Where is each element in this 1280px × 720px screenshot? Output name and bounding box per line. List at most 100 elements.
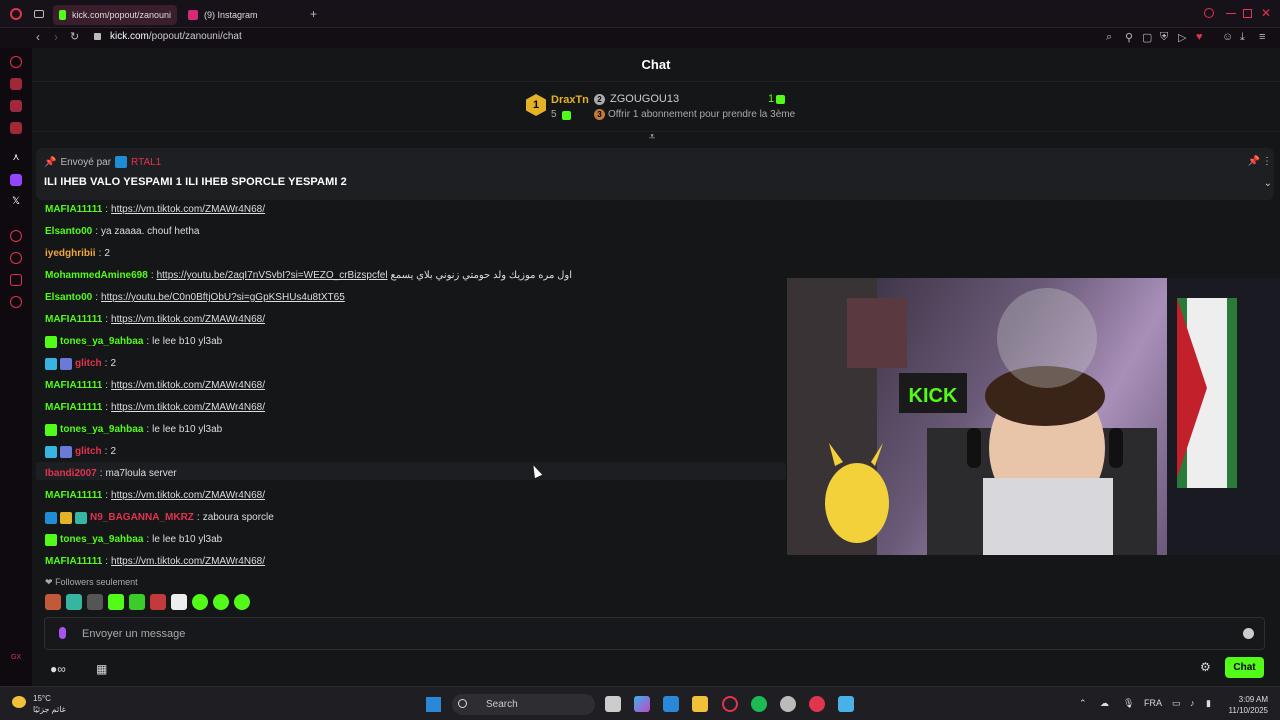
opera-logo-icon[interactable]: [10, 8, 22, 20]
onedrive-icon[interactable]: ☁: [1100, 698, 1109, 709]
more-options-icon[interactable]: ⋮: [1262, 156, 1272, 167]
search-tabs-icon[interactable]: [1204, 8, 1214, 18]
gx-control-icon[interactable]: [10, 78, 22, 90]
extensions-icon[interactable]: [10, 274, 22, 286]
spotify-icon[interactable]: [751, 696, 767, 712]
chat-username[interactable]: MAFIA11111: [45, 312, 102, 328]
emote[interactable]: [150, 594, 166, 610]
emote[interactable]: [87, 594, 103, 610]
emote[interactable]: [129, 594, 145, 610]
start-icon[interactable]: [426, 697, 441, 712]
chat-username[interactable]: tones_ya_9ahbaa: [60, 334, 143, 350]
shield-icon[interactable]: ⛨: [1160, 31, 1168, 44]
chat-username[interactable]: Ibandi2007: [45, 466, 97, 482]
maximize-icon[interactable]: [1243, 9, 1252, 18]
chat-username[interactable]: MAFIA11111: [45, 554, 102, 570]
url-field[interactable]: kick.com/popout/zanouni/chat: [110, 31, 242, 42]
close-icon[interactable]: ✕: [1261, 6, 1271, 20]
emote[interactable]: [108, 594, 124, 610]
copilot-icon[interactable]: [634, 696, 650, 712]
file-explorer-icon[interactable]: [692, 696, 708, 712]
clock[interactable]: 3:09 AM 11/10/2025: [1229, 694, 1268, 716]
emote[interactable]: [192, 594, 208, 610]
minimize-icon[interactable]: [1226, 13, 1236, 14]
taskbar-search[interactable]: Search: [452, 694, 595, 715]
send-chat-button[interactable]: Chat: [1225, 657, 1264, 678]
rank-2-username[interactable]: ZGOUGOU13: [610, 93, 679, 105]
discord-icon[interactable]: [780, 696, 796, 712]
opera-gx-icon[interactable]: [722, 696, 738, 712]
menu-icon[interactable]: ≡: [1259, 31, 1265, 43]
tray-chevron-icon[interactable]: ⌃: [1079, 698, 1087, 709]
stream-video[interactable]: KICK: [787, 278, 1280, 555]
chat-username[interactable]: N9_BAGANNA_MKRZ: [90, 510, 194, 526]
zoom-icon[interactable]: ⌕: [1106, 31, 1112, 44]
chat-username[interactable]: Elsanto00: [45, 224, 92, 240]
weather-widget[interactable]: 15°C غائم جزئيًا: [33, 693, 66, 715]
chat-username[interactable]: MohammedAmine698: [45, 268, 148, 284]
twitch-icon[interactable]: [10, 174, 22, 186]
twitch-sb-icon[interactable]: [10, 100, 22, 112]
app-red-icon[interactable]: [809, 696, 825, 712]
tab-manager-icon[interactable]: [34, 10, 44, 18]
store-app-icon[interactable]: [663, 696, 679, 712]
emote[interactable]: [45, 594, 61, 610]
chat-username[interactable]: MAFIA11111: [45, 378, 102, 394]
task-view-icon[interactable]: [605, 696, 621, 712]
player-icon[interactable]: [10, 230, 22, 242]
download-icon[interactable]: ⤓: [1240, 31, 1245, 44]
chat-username[interactable]: MAFIA11111: [45, 488, 102, 504]
microphone-icon[interactable]: 🎙: [1123, 698, 1134, 709]
mic-icon[interactable]: [59, 627, 66, 639]
chat-link[interactable]: https://youtu.be/2aqI7nVSvbI?si=WEZO_crB…: [157, 268, 388, 284]
new-tab-icon[interactable]: +: [310, 7, 317, 21]
collapse-leaderboard-icon[interactable]: ⩡: [649, 131, 655, 144]
chat-username[interactable]: glitch: [75, 444, 102, 460]
x-icon[interactable]: 𝕏: [10, 196, 22, 208]
forward-icon[interactable]: ›: [54, 30, 58, 44]
back-icon[interactable]: ‹: [36, 30, 40, 44]
store-icon[interactable]: ▦: [96, 662, 107, 676]
tab-kick[interactable]: kick.com/popout/zanouni: [53, 5, 177, 25]
chat-link[interactable]: https://youtu.be/C0n0BftjObU?si=gGpKSHUs…: [101, 290, 345, 306]
history-icon[interactable]: [10, 252, 22, 264]
reload-icon[interactable]: ↻: [70, 30, 79, 43]
heart-icon[interactable]: ♥: [1196, 31, 1203, 43]
chat-username[interactable]: iyedghribii: [45, 246, 96, 262]
chat-username[interactable]: tones_ya_9ahbaa: [60, 532, 143, 548]
emoji-icon[interactable]: [1243, 628, 1254, 639]
gear-icon[interactable]: ⚙: [1200, 660, 1211, 674]
pinned-username[interactable]: RTAL1: [131, 157, 161, 168]
chat-link[interactable]: https://vm.tiktok.com/ZMAWr4N68/: [111, 400, 265, 416]
chevron-down-icon[interactable]: ⌄: [1264, 178, 1272, 189]
account-icon[interactable]: ☺: [1222, 31, 1233, 43]
notepad-icon[interactable]: [838, 696, 854, 712]
settings-sb-icon[interactable]: [10, 296, 22, 308]
chat-link[interactable]: https://vm.tiktok.com/ZMAWr4N68/: [111, 312, 265, 328]
unpin-icon[interactable]: 📌: [1248, 156, 1260, 167]
weather-icon[interactable]: [12, 696, 26, 708]
chat-link[interactable]: https://vm.tiktok.com/ZMAWr4N68/: [111, 378, 265, 394]
language-indicator[interactable]: FRA: [1144, 698, 1162, 708]
chat-username[interactable]: glitch: [75, 356, 102, 372]
rank-1-username[interactable]: DraxTn: [551, 94, 589, 106]
network-icon[interactable]: ▭: [1172, 698, 1181, 709]
chat-link[interactable]: https://vm.tiktok.com/ZMAWr4N68/: [111, 202, 265, 218]
message-input[interactable]: Envoyer un message: [44, 617, 1265, 650]
rank-3-prompt[interactable]: Offrir 1 abonnement pour prendre la 3ème: [608, 109, 795, 120]
emote[interactable]: [171, 594, 187, 610]
snapshot-icon[interactable]: ▢: [1142, 31, 1152, 44]
chat-username[interactable]: Elsanto00: [45, 290, 92, 306]
pin-page-icon[interactable]: ⚲: [1125, 31, 1133, 44]
battery-icon[interactable]: ▮: [1206, 698, 1211, 709]
emote[interactable]: [234, 594, 250, 610]
volume-icon[interactable]: ♪: [1190, 698, 1195, 708]
chat-link[interactable]: https://vm.tiktok.com/ZMAWr4N68/: [111, 554, 265, 570]
chat-link[interactable]: https://vm.tiktok.com/ZMAWr4N68/: [111, 488, 265, 504]
tab-instagram[interactable]: (9) Instagram: [182, 5, 302, 25]
chat-username[interactable]: MAFIA11111: [45, 202, 102, 218]
chat-username[interactable]: MAFIA11111: [45, 400, 102, 416]
play-icon[interactable]: ▷: [1178, 31, 1186, 44]
aria-icon[interactable]: [10, 56, 22, 68]
emote[interactable]: [213, 594, 229, 610]
